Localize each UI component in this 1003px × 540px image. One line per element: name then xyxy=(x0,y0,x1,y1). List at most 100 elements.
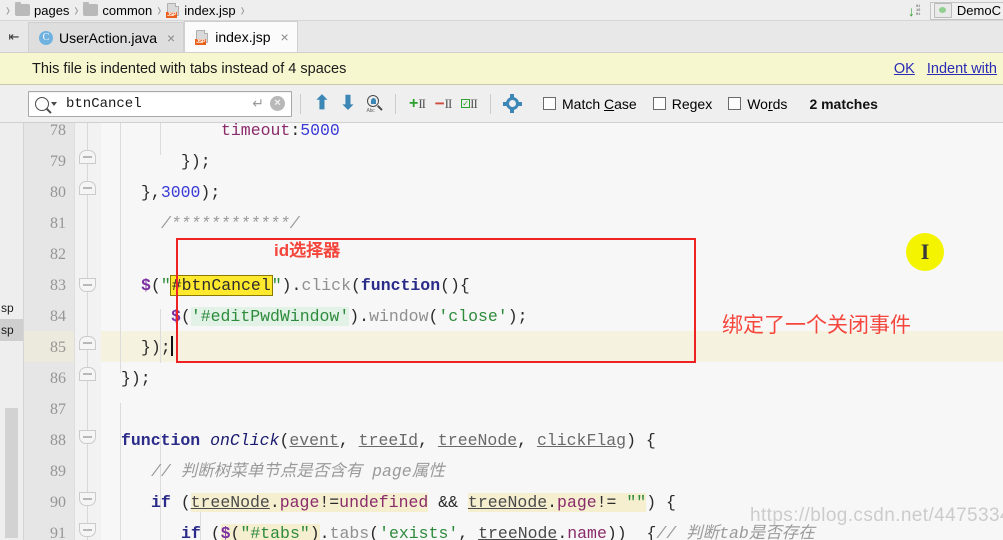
fold-marker[interactable] xyxy=(79,336,96,350)
find-all-icon[interactable]: Abc xyxy=(361,91,387,117)
banner-actions: OK Indent with xyxy=(894,61,999,77)
breadcrumb-item-common[interactable]: common xyxy=(82,0,153,20)
code-line-90: if (treeNode.page!=undefined && treeNode… xyxy=(151,493,676,512)
code-folding-strip xyxy=(75,123,132,540)
clear-icon[interactable]: × xyxy=(270,96,285,111)
left-strip-tab-1[interactable]: sp xyxy=(0,319,23,341)
code-line-86: }); xyxy=(121,369,151,388)
code-line-79: }); xyxy=(181,152,211,171)
line-number: 82 xyxy=(50,246,66,263)
match-case-checkbox[interactable] xyxy=(543,97,556,110)
fold-marker[interactable] xyxy=(79,430,96,444)
code-line-88: function onClick(event, treeId, treeNode… xyxy=(121,431,656,450)
banner-ok-link[interactable]: OK xyxy=(894,61,915,77)
remove-occurrence-icon[interactable]: − II xyxy=(430,91,456,117)
code-line-81: /************/ xyxy=(161,214,300,233)
line-number: 88 xyxy=(50,432,66,449)
line-number: 87 xyxy=(50,401,66,418)
breadcrumb-label: index.jsp xyxy=(184,2,236,18)
regex-checkbox[interactable] xyxy=(652,97,666,110)
tab-label: UserAction.java xyxy=(59,29,158,46)
close-event-annotation: 绑定了一个关闭事件 xyxy=(722,314,911,337)
select-all-occurrences-icon[interactable]: ✓ II xyxy=(456,91,482,117)
fold-marker[interactable] xyxy=(79,492,96,506)
jsp-file-icon: JSP xyxy=(166,2,180,18)
arrow-down-icon[interactable]: ⬇ xyxy=(335,91,361,117)
fold-marker[interactable] xyxy=(79,181,96,195)
run-config-label: DemoC xyxy=(956,3,1001,18)
run-configuration-selector[interactable]: DemoC xyxy=(929,1,1003,20)
tabbar-filler xyxy=(297,21,1003,52)
fold-marker[interactable] xyxy=(79,150,96,164)
breadcrumb: › pages › common › JSP index.jsp › ↓ 01 1… xyxy=(0,0,1003,21)
code-line-89: // 判断树菜单节点是否含有 page属性 xyxy=(151,462,445,481)
line-number: 86 xyxy=(50,370,66,387)
toolbar-divider xyxy=(490,93,491,114)
id-selector-annotation: id选择器 xyxy=(274,241,341,260)
enter-return-icon: ↵ xyxy=(252,95,264,111)
tab-index-jsp[interactable]: JSP index.jsp × xyxy=(184,21,298,52)
add-occurrence-icon[interactable]: + II xyxy=(404,91,430,117)
breadcrumb-label: pages xyxy=(34,2,70,18)
search-input[interactable]: btnCancel ↵ × xyxy=(28,90,292,117)
line-number: 84 xyxy=(50,308,66,325)
line-number: 83 xyxy=(50,277,66,294)
editor-tabbar: ⇤ C UserAction.java × JSP index.jsp × xyxy=(0,21,1003,53)
toolbar-divider xyxy=(395,93,396,114)
breadcrumb-item-pages[interactable]: pages xyxy=(14,0,70,20)
fold-marker[interactable] xyxy=(79,278,96,292)
line-number: 85 xyxy=(50,339,66,356)
search-icon xyxy=(35,96,49,111)
regex-option[interactable]: Regex xyxy=(652,95,713,112)
line-number: 91 xyxy=(50,525,66,540)
regex-label: Regex xyxy=(671,95,713,112)
close-icon[interactable]: × xyxy=(167,31,175,45)
chevron-down-icon[interactable] xyxy=(51,101,57,106)
gear-icon[interactable] xyxy=(499,91,525,117)
jsp-file-icon: JSP xyxy=(195,29,209,45)
words-option[interactable]: Words xyxy=(728,96,787,112)
words-label: Words xyxy=(747,95,788,112)
search-input-value: btnCancel xyxy=(66,95,142,112)
download-updates-icon[interactable]: ↓ 01 10 01 xyxy=(908,3,930,19)
close-icon[interactable]: × xyxy=(281,30,289,44)
pin-tab-icon[interactable]: ⇤ xyxy=(0,21,28,52)
match-case-label: Match Case xyxy=(562,95,637,112)
breadcrumb-separator: › xyxy=(6,0,10,21)
fold-marker[interactable] xyxy=(79,367,96,381)
text-caret xyxy=(170,336,173,356)
arrow-up-icon[interactable]: ⬆ xyxy=(309,91,335,117)
run-config-icon xyxy=(933,3,952,18)
breadcrumb-separator: › xyxy=(240,0,245,21)
code-line-91: if ($("#tabs").tabs('exists', treeNode.n… xyxy=(101,518,1003,540)
left-tool-strip: sp sp xyxy=(0,123,24,540)
tab-label: index.jsp xyxy=(215,29,271,45)
banner-indent-with-link[interactable]: Indent with xyxy=(927,61,997,77)
code-line-78: timeout:5000 xyxy=(221,123,340,140)
folder-icon xyxy=(83,2,99,16)
fold-marker[interactable] xyxy=(79,523,96,537)
line-number: 79 xyxy=(50,153,66,170)
left-strip-tab-0[interactable]: sp xyxy=(0,298,23,319)
words-checkbox[interactable] xyxy=(728,97,742,110)
line-number-gutter: 78 79 80 81 82 83 84 85 86 87 88 89 90 9… xyxy=(24,123,75,540)
breadcrumb-separator: › xyxy=(74,0,79,21)
toolbar-right: ↓ 01 10 01 DemoC xyxy=(908,0,1003,21)
ibeam-glyph: I xyxy=(920,239,930,264)
current-line-gutter-highlight xyxy=(24,331,74,362)
banner-message: This file is indented with tabs instead … xyxy=(32,60,347,77)
toolbar-divider xyxy=(300,93,301,114)
tab-UserAction-java[interactable]: C UserAction.java × xyxy=(28,22,185,52)
java-class-icon: C xyxy=(39,30,53,45)
code-line-80: },3000); xyxy=(141,183,221,202)
match-count-label: 2 matches xyxy=(809,95,878,112)
match-case-option[interactable]: Match Case xyxy=(543,96,637,112)
folder-icon xyxy=(15,2,30,16)
left-strip-scrollbar[interactable] xyxy=(5,408,18,538)
indentation-notification-banner: This file is indented with tabs instead … xyxy=(0,53,1003,85)
breadcrumb-label: common xyxy=(102,2,153,18)
breadcrumb-item-index-jsp[interactable]: JSP index.jsp xyxy=(165,0,236,20)
line-number: 80 xyxy=(50,184,66,201)
